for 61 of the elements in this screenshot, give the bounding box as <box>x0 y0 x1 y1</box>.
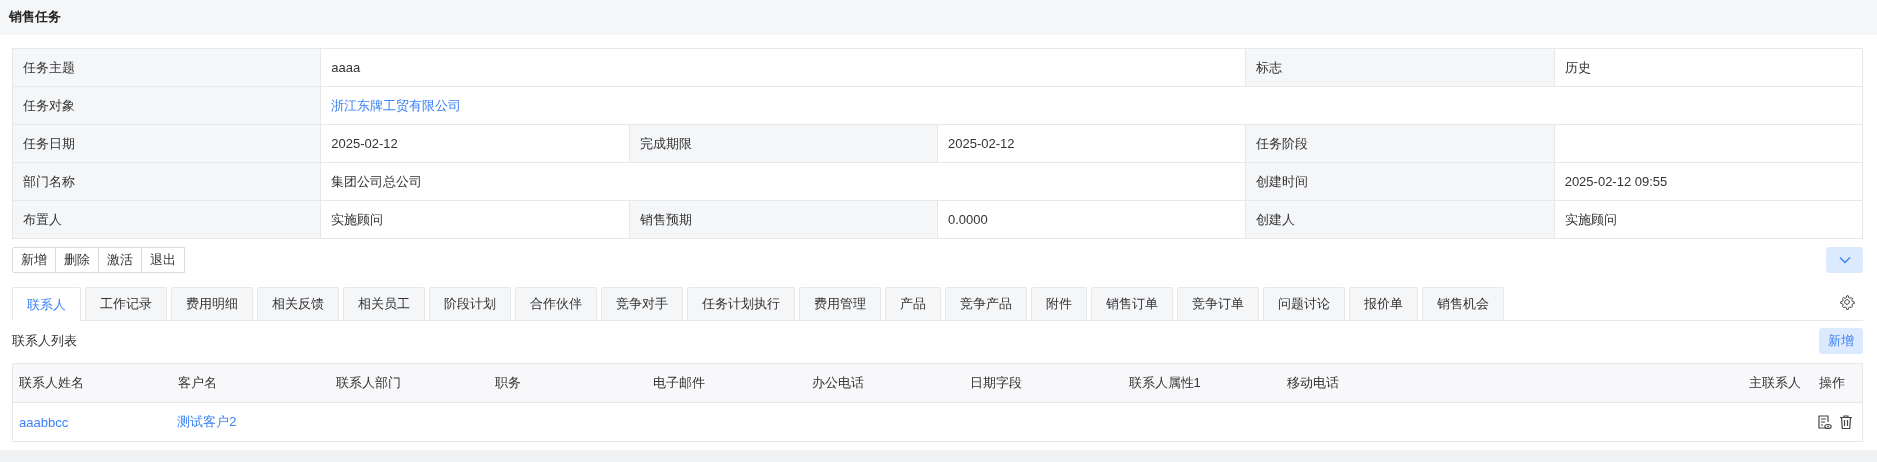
delete-icon[interactable] <box>1838 414 1854 430</box>
column-header: 操作 <box>1817 374 1846 392</box>
tab[interactable]: 产品 <box>885 287 941 320</box>
tab[interactable]: 任务计划执行 <box>687 287 795 320</box>
field-value: 历史 <box>1554 49 1863 87</box>
chevron-down-icon <box>1838 256 1851 264</box>
field-value: aaaa <box>321 49 1247 87</box>
tab[interactable]: 销售机会 <box>1422 287 1504 320</box>
column-header: 联系人部门 <box>335 374 402 392</box>
field-label: 布置人 <box>13 201 322 239</box>
field-value: 实施顾问 <box>321 201 630 239</box>
toolbar-button[interactable]: 退出 <box>141 247 185 273</box>
tab[interactable]: 费用管理 <box>799 287 881 320</box>
column-header: 办公电话 <box>810 374 865 392</box>
tab[interactable]: 费用明细 <box>171 287 253 320</box>
toolbar-button[interactable]: 激活 <box>98 247 142 273</box>
column-header: 主联系人 <box>1747 374 1802 392</box>
field-label: 标志 <box>1246 49 1555 87</box>
field-label: 部门名称 <box>13 163 322 201</box>
tab[interactable]: 竞争对手 <box>601 287 683 320</box>
column-header: 联系人姓名 <box>18 374 85 392</box>
tab[interactable]: 联系人 <box>12 287 81 321</box>
field-value: 2025-02-12 <box>321 125 630 163</box>
tab[interactable]: 合作伙伴 <box>515 287 597 320</box>
field-label: 完成期限 <box>629 125 938 163</box>
column-header: 移动电话 <box>1286 374 1340 392</box>
field-label: 销售预期 <box>629 201 938 239</box>
field-label: 任务主题 <box>13 49 322 87</box>
settings-icon[interactable] <box>1839 294 1855 310</box>
tab[interactable]: 相关反馈 <box>257 287 339 320</box>
tab[interactable]: 销售订单 <box>1091 287 1173 320</box>
field-label: 创建时间 <box>1246 163 1555 201</box>
column-header: 日期字段 <box>969 374 1023 392</box>
section-title: 联系人列表 <box>12 332 77 350</box>
tab[interactable]: 竞争产品 <box>945 287 1027 320</box>
customer-link[interactable]: 测试客户2 <box>177 414 237 429</box>
field-value: 0.0000 <box>938 201 1247 239</box>
column-header: 联系人属性1 <box>1127 374 1202 392</box>
column-header: 客户名 <box>176 374 218 392</box>
tab[interactable]: 问题讨论 <box>1263 287 1345 320</box>
field-label: 创建人 <box>1246 201 1555 239</box>
field-label: 任务日期 <box>13 125 322 163</box>
field-label: 任务阶段 <box>1246 125 1555 163</box>
tab[interactable]: 工作记录 <box>85 287 167 320</box>
tab[interactable]: 竞争订单 <box>1177 287 1259 320</box>
view-document-icon[interactable] <box>1816 414 1832 430</box>
field-value: 实施顾问 <box>1554 201 1863 239</box>
column-header: 电子邮件 <box>652 374 706 392</box>
field-label: 任务对象 <box>13 87 322 125</box>
tab[interactable]: 附件 <box>1031 287 1087 320</box>
tab[interactable]: 阶段计划 <box>429 287 511 320</box>
field-value: 2025-02-12 09:55 <box>1554 163 1863 201</box>
field-link[interactable]: 浙江东牌工贸有限公司 <box>331 96 462 115</box>
field-value: 2025-02-12 <box>938 125 1247 163</box>
contact-link[interactable]: aaabbcc <box>19 414 69 430</box>
page-title: 销售任务 <box>9 9 61 26</box>
toolbar-button[interactable]: 新增 <box>12 247 56 273</box>
tab[interactable]: 相关员工 <box>343 287 425 320</box>
tab[interactable]: 报价单 <box>1349 287 1418 320</box>
toolbar-button[interactable]: 删除 <box>55 247 99 273</box>
column-header: 职务 <box>493 374 522 392</box>
